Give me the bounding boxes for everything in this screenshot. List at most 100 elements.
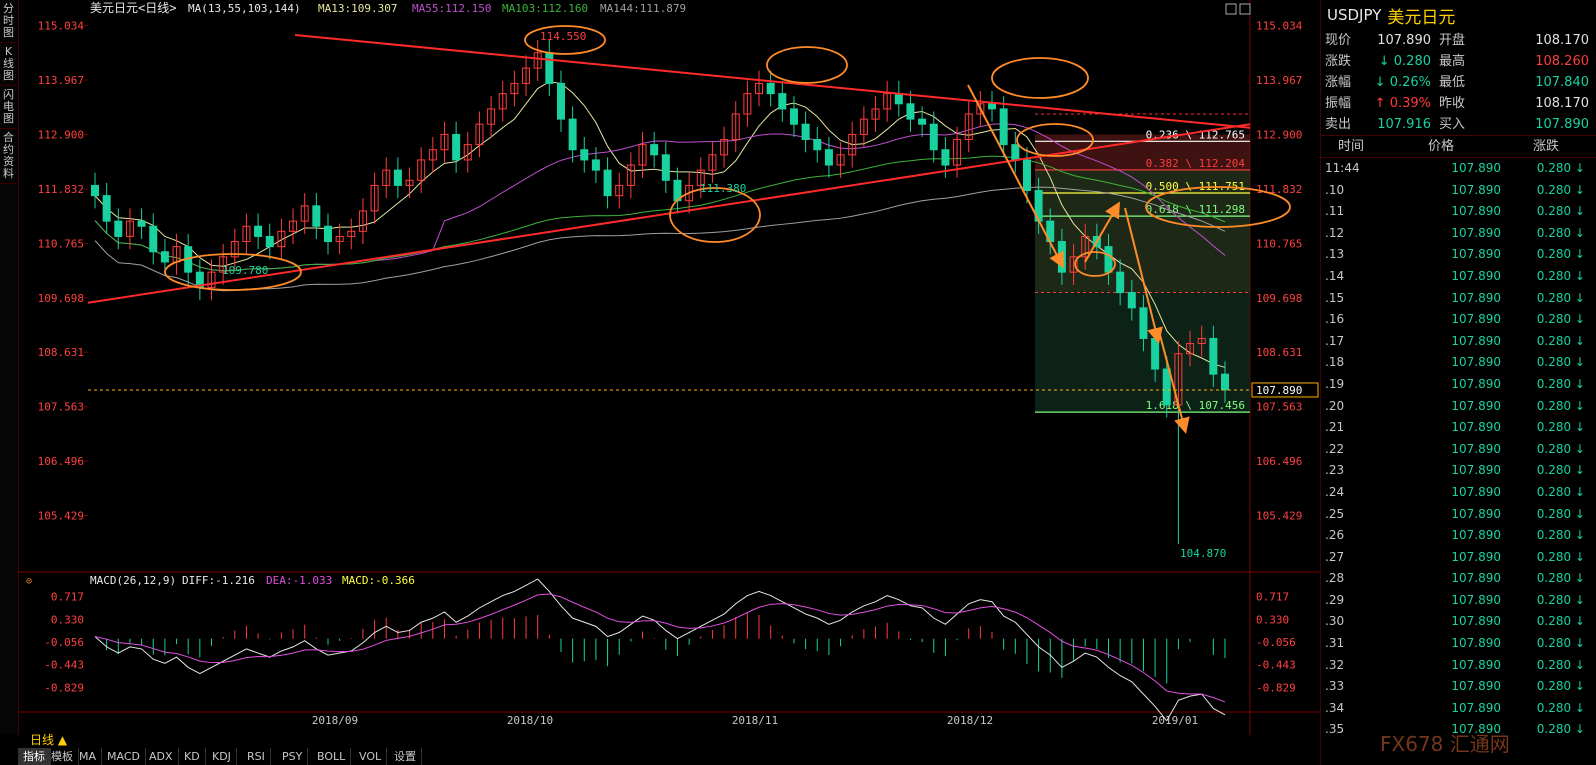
tick-row: .33 107.890 0.280 ↓ — [1321, 676, 1596, 698]
quote-label: 最高 — [1439, 54, 1466, 69]
tick-row: .18 107.890 0.280 ↓ — [1321, 352, 1596, 374]
indicator-tab-VOL[interactable]: VOL — [354, 748, 388, 765]
tick-time: .11 — [1325, 204, 1345, 219]
indicator-tab-ADX[interactable]: ADX — [144, 748, 179, 765]
candle-body — [766, 82, 775, 95]
indicator-tab-设置[interactable]: 设置 — [389, 748, 422, 765]
tick-row: .11 107.890 0.280 ↓ — [1321, 201, 1596, 223]
macd-tick-right: -0.443 — [1256, 659, 1296, 672]
candle-body — [603, 169, 612, 197]
quote-label: 昨收 — [1439, 96, 1466, 111]
candle-body — [778, 93, 787, 110]
candle-body — [1151, 337, 1160, 370]
tick-row: .10 107.890 0.280 ↓ — [1321, 180, 1596, 202]
tick-change: 0.280 ↓ — [1536, 312, 1585, 327]
macd-tick-left: -0.443 — [44, 659, 84, 672]
macd-diff: DIFF:-1.216 — [182, 574, 255, 587]
tick-change: 0.280 ↓ — [1536, 355, 1585, 370]
macd-tick-left: 0.330 — [51, 613, 84, 626]
fib-label: 0.382 \ 112.204 — [1146, 157, 1246, 170]
candle-body — [102, 195, 111, 222]
tick-price: 107.890 — [1451, 614, 1501, 629]
tick-change: 0.280 ↓ — [1536, 420, 1585, 435]
candle-body — [393, 169, 402, 186]
tick-change: 0.280 ↓ — [1536, 441, 1585, 456]
candle-body — [1022, 159, 1031, 192]
tick-row: .23 107.890 0.280 ↓ — [1321, 460, 1596, 482]
tick-price: 107.890 — [1451, 484, 1501, 499]
tick-price: 107.890 — [1451, 312, 1501, 327]
tick-time: .29 — [1325, 592, 1345, 607]
low-label: 104.870 — [1180, 547, 1226, 560]
low-label: 111.380 — [700, 182, 746, 195]
tick-price: 107.890 — [1451, 161, 1501, 175]
tick-time: .19 — [1325, 376, 1345, 391]
quote-title: USDJPY 美元日元 — [1321, 0, 1596, 30]
tick-change: 0.280 ↓ — [1536, 528, 1585, 543]
tick-list[interactable]: 11:44 107.890 0.280 ↓ .10 107.890 0.280 ↓ .11 1… — [1321, 158, 1596, 741]
ma103-legend: MA103:112.160 — [502, 2, 588, 15]
fib-zone — [1035, 134, 1250, 413]
tick-time: .14 — [1325, 268, 1345, 283]
window-button — [1239, 3, 1251, 15]
tick-price: 107.890 — [1451, 463, 1501, 478]
candle-body — [1057, 241, 1066, 273]
tick-change: 0.280 ↓ — [1536, 225, 1585, 240]
tick-row: .26 107.890 0.280 ↓ — [1321, 525, 1596, 547]
period-selector[interactable]: 日线 ▲ — [30, 731, 67, 748]
tick-change: 0.280 ↓ — [1536, 549, 1585, 564]
x-tick-label: 2018/12 — [947, 714, 993, 727]
indicator-tab-MACD[interactable]: MACD — [102, 748, 146, 765]
tick-time: .31 — [1325, 636, 1345, 651]
quote-panel: USDJPY 美元日元 现价 107.890 开盘 108.170 涨跌 ↓ 0.280 最… — [1320, 0, 1596, 765]
tick-row: .17 107.890 0.280 ↓ — [1321, 331, 1596, 353]
indicator-tab-KD[interactable]: KD — [179, 748, 206, 765]
tick-time: .34 — [1325, 700, 1345, 715]
candle-body — [941, 149, 950, 166]
tick-change: 0.280 ↓ — [1536, 463, 1585, 478]
tick-change: 0.280 ↓ — [1536, 204, 1585, 219]
indicator-tab-MA[interactable]: MA — [74, 748, 103, 765]
tick-change: 0.280 ↓ — [1536, 247, 1585, 262]
candle-body — [137, 220, 146, 227]
tick-change: 0.280 ↓ — [1536, 506, 1585, 521]
tick-row: .21 107.890 0.280 ↓ — [1321, 417, 1596, 439]
candle-body — [929, 123, 938, 151]
tick-change: 0.280 ↓ — [1536, 636, 1585, 651]
tick-row: .28 107.890 0.280 ↓ — [1321, 568, 1596, 590]
indicator-tab-BOLL[interactable]: BOLL — [312, 748, 352, 765]
tick-price: 107.890 — [1451, 506, 1501, 521]
y-tick-right: 107.563 — [1256, 401, 1302, 414]
candle-body — [254, 225, 263, 237]
candle-body — [568, 118, 577, 151]
indicator-tab-RSI[interactable]: RSI — [242, 748, 271, 765]
y-tick-left: 108.631 — [38, 346, 84, 359]
tick-change: 0.280 ↓ — [1536, 398, 1585, 413]
fib-label: 0.236 \ 112.765 — [1146, 128, 1245, 141]
kline-chart[interactable]: 115.034 115.034 113.967 113.967 112.900 112.9… — [0, 0, 1320, 735]
candle-body — [1139, 307, 1148, 339]
indicator-tab-KDJ[interactable]: KDJ — [207, 748, 237, 765]
tick-time: .15 — [1325, 290, 1345, 305]
candle-body — [918, 118, 927, 125]
indicator-tab-PSY[interactable]: PSY — [277, 748, 309, 765]
y-tick-right: 109.698 — [1256, 292, 1302, 305]
tick-row: .34 107.890 0.280 ↓ — [1321, 698, 1596, 720]
symbol-code: USDJPY — [1327, 6, 1382, 24]
quote-value: 107.890 — [1535, 117, 1589, 132]
symbol-name: 美元日元 — [1387, 7, 1456, 28]
y-tick-right: 105.429 — [1256, 510, 1302, 523]
candle-body — [556, 82, 565, 120]
tick-row: .16 107.890 0.280 ↓ — [1321, 309, 1596, 331]
candle-body — [591, 159, 600, 171]
macd-tick-right: 0.330 — [1256, 613, 1289, 626]
tick-price: 107.890 — [1451, 700, 1501, 715]
fib-label: 0.618 \ 111.298 — [1146, 203, 1245, 216]
chart-title: 美元日元<日线> — [90, 1, 176, 15]
tick-change: 0.280 ↓ — [1536, 614, 1585, 629]
tick-price: 107.890 — [1451, 441, 1501, 456]
tick-row: 11:44 107.890 0.280 ↓ — [1321, 158, 1596, 180]
tick-time: .21 — [1325, 420, 1345, 435]
tick-time: .10 — [1325, 182, 1345, 197]
y-tick-right: 113.967 — [1256, 74, 1302, 87]
